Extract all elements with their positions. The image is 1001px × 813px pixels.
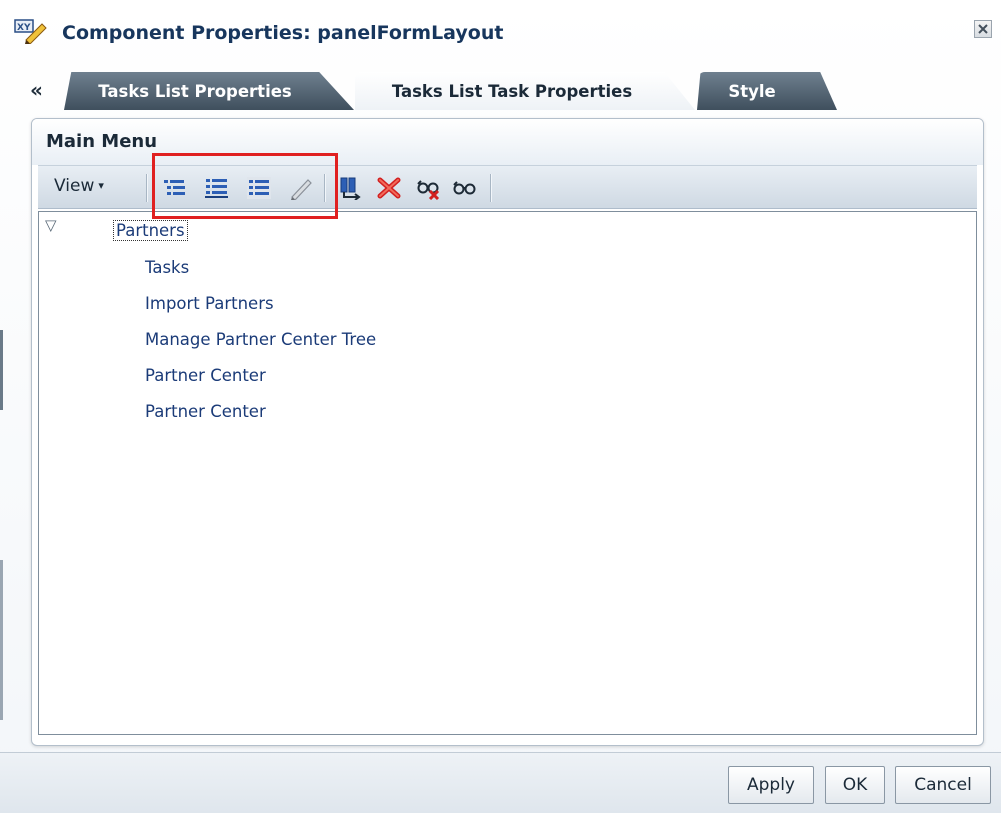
dialog-title-bar: XY Component Properties: panelFormLayout: [0, 0, 1001, 66]
insert-child-icon[interactable]: [162, 176, 188, 200]
view-menu-button[interactable]: View ▾: [54, 176, 104, 196]
insert-below-icon[interactable]: [246, 176, 272, 200]
edit-pencil-icon[interactable]: [288, 176, 314, 201]
insert-above-icon[interactable]: [204, 176, 230, 200]
tab-tasks-list-task-properties[interactable]: Tasks List Task Properties: [355, 72, 695, 110]
tab-bar: « Tasks List Properties Tasks List Task …: [0, 66, 1001, 110]
menu-tree: ▽ Partners Tasks Import Partners Manage …: [38, 211, 977, 735]
toolbar-separator: [146, 174, 148, 202]
hide-icon[interactable]: [416, 176, 442, 201]
panel-header: Main Menu: [32, 119, 983, 165]
panel-title: Main Menu: [46, 131, 158, 152]
tab-tasks-list-properties[interactable]: Tasks List Properties: [64, 72, 354, 110]
tab-style[interactable]: Style: [697, 72, 837, 110]
tree-node-partner-center[interactable]: Partner Center: [145, 366, 266, 385]
cancel-button[interactable]: Cancel: [895, 766, 991, 804]
close-icon: [978, 24, 988, 34]
xy-component-icon: XY: [14, 18, 48, 45]
duplicate-icon[interactable]: [338, 176, 364, 201]
chevron-down-icon: ▾: [98, 179, 104, 192]
collapse-panel-button[interactable]: «: [30, 80, 43, 100]
toolbar-separator: [324, 174, 326, 202]
background-edge: [0, 330, 3, 410]
close-button[interactable]: [974, 20, 992, 38]
dialog-title: Component Properties: panelFormLayout: [62, 22, 504, 44]
background-edge: [0, 560, 3, 720]
delete-icon[interactable]: [376, 176, 402, 200]
tree-node-partners[interactable]: Partners: [113, 220, 188, 241]
view-menu-label: View: [54, 176, 95, 196]
tree-toolbar: View ▾: [38, 165, 977, 209]
show-icon[interactable]: [452, 176, 478, 200]
tree-node-import-partners[interactable]: Import Partners: [145, 294, 274, 313]
component-properties-dialog: XY Component Properties: panelFormLayout…: [0, 0, 1001, 813]
tree-node-partner-center[interactable]: Partner Center: [145, 402, 266, 421]
expand-triangle-icon[interactable]: ▽: [45, 216, 57, 234]
ok-button[interactable]: OK: [825, 766, 885, 804]
main-menu-panel: Main Menu View ▾ ▽ Partners Tasks Import…: [31, 118, 984, 746]
svg-text:XY: XY: [17, 23, 31, 33]
tree-node-manage-partner-center-tree[interactable]: Manage Partner Center Tree: [145, 330, 376, 349]
toolbar-separator: [490, 174, 492, 202]
apply-button[interactable]: Apply: [728, 766, 814, 804]
tree-node-tasks[interactable]: Tasks: [145, 258, 189, 277]
dialog-footer: Apply OK Cancel: [0, 752, 1001, 813]
